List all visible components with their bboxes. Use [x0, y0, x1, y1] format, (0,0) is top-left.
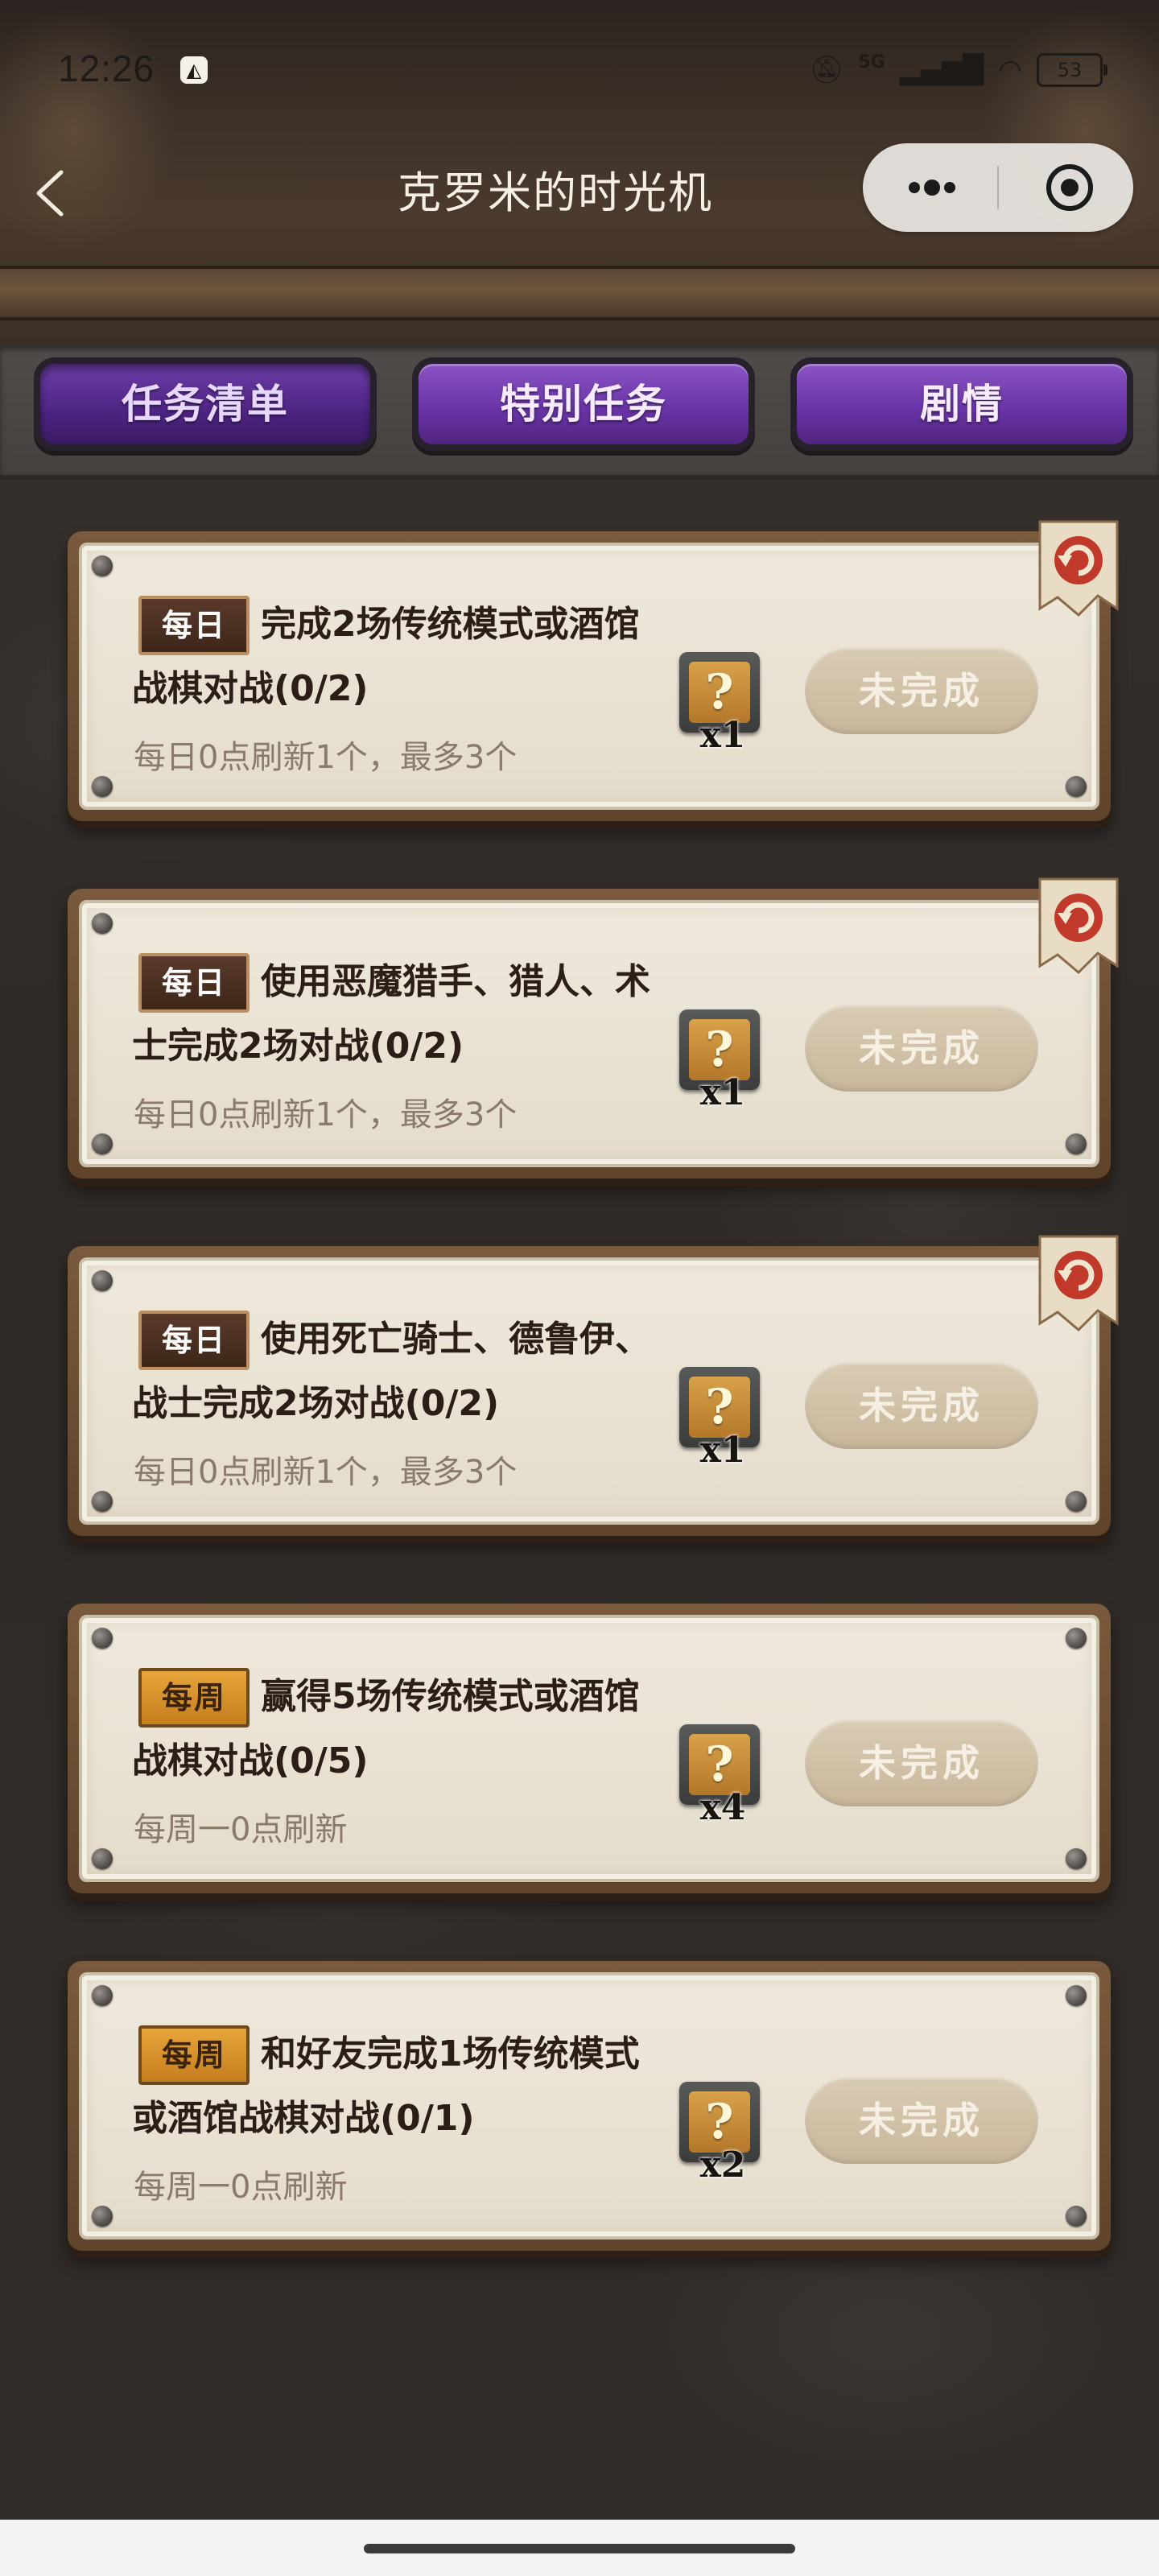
more-dots-icon [909, 180, 955, 196]
nav-bar: 克罗米的时光机 [0, 137, 1159, 250]
quest-status-button[interactable]: 未完成 [805, 1719, 1038, 1806]
reward[interactable]: ? x4 [679, 1724, 760, 1828]
status-icons: 🔕︎ 5G ▂▄▆█ ◠ 53 [809, 50, 1107, 90]
refresh-icon [1038, 520, 1119, 617]
rivet [1066, 1848, 1087, 1869]
rivet [92, 555, 113, 576]
more-button[interactable] [863, 143, 998, 232]
reward-count: x4 [699, 1787, 746, 1828]
reward-count: x1 [699, 1430, 746, 1471]
reward-count: x1 [699, 715, 746, 756]
rivet [1066, 2206, 1087, 2227]
refresh-note: 每周一0点刷新 [134, 2169, 348, 2206]
network-type: 5G [858, 52, 885, 72]
status-bar: 12:26 ◭ 🔕︎ 5G ▂▄▆█ ◠ 53 [0, 0, 1159, 145]
quest-status-button[interactable]: 未完成 [805, 647, 1038, 734]
refresh-note: 每日0点刷新1个，最多3个 [134, 1454, 518, 1491]
chevron-left-icon [36, 170, 64, 217]
refresh-quest-button[interactable] [1033, 518, 1124, 618]
notification-app-icon: ◭ [180, 56, 208, 84]
quest-card: 每周 赢得5场传统模式或酒馆战棋对战(0/5) 每周一0点刷新 ? x4 未完成 [68, 1604, 1111, 1893]
signal-icon: ▂▄▆█ [899, 54, 984, 86]
rivet [1066, 1985, 1087, 2006]
rivet [92, 1628, 113, 1649]
page-title: 克罗米的时光机 [398, 167, 713, 218]
wifi-icon: ◠ [998, 54, 1022, 86]
quest-card: 每日 完成2场传统模式或酒馆战棋对战(0/2) 每日0点刷新1个，最多3个 ? … [68, 520, 1119, 821]
target-close-icon [1046, 164, 1093, 211]
home-indicator[interactable] [364, 2544, 795, 2553]
rivet [1066, 1491, 1087, 1512]
reward[interactable]: ? x1 [679, 652, 760, 756]
tab-bar: 任务清单 特别任务 剧情 [0, 346, 1159, 480]
reward[interactable]: ? x2 [679, 2082, 760, 2186]
refresh-quest-button[interactable] [1033, 1233, 1124, 1333]
mini-program-capsule [863, 143, 1133, 232]
battery-icon: 53 [1037, 53, 1107, 87]
tab-task-list[interactable]: 任务清单 [34, 357, 377, 451]
quest-status-button[interactable]: 未完成 [805, 1005, 1038, 1092]
rivet [92, 1133, 113, 1154]
rivet [92, 776, 113, 797]
quest-status-button[interactable]: 未完成 [805, 1362, 1038, 1449]
quest-description: 和好友完成1场传统模式或酒馆战棋对战(0/1) [132, 2033, 640, 2139]
status-time: 12:26 [58, 47, 155, 89]
close-mini-program-button[interactable] [1045, 163, 1095, 213]
capsule-divider [997, 166, 999, 209]
quest-description: 使用恶魔猎手、猎人、术士完成2场对战(0/2) [132, 961, 650, 1067]
refresh-note: 每日0点刷新1个，最多3个 [134, 739, 518, 776]
back-button[interactable] [21, 161, 85, 225]
quest-description: 使用死亡骑士、德鲁伊、战士完成2场对战(0/2) [132, 1319, 650, 1424]
rivet [92, 1985, 113, 2006]
tab-special-tasks[interactable]: 特别任务 [412, 357, 755, 451]
app-header: 12:26 ◭ 🔕︎ 5G ▂▄▆█ ◠ 53 克罗米的时光机 [0, 0, 1159, 354]
rivet [1066, 1133, 1087, 1154]
quest-description: 完成2场传统模式或酒馆战棋对战(0/2) [132, 604, 640, 709]
quest-description: 赢得5场传统模式或酒馆战棋对战(0/5) [132, 1676, 640, 1781]
quest-card: 每日 使用死亡骑士、德鲁伊、战士完成2场对战(0/2) 每日0点刷新1个，最多3… [68, 1235, 1119, 1536]
reward-count: x1 [699, 1072, 746, 1113]
refresh-icon [1038, 877, 1119, 975]
mute-bell-icon: 🔕︎ [809, 54, 844, 86]
refresh-note: 每周一0点刷新 [134, 1811, 348, 1848]
refresh-note: 每日0点刷新1个，最多3个 [134, 1096, 518, 1133]
refresh-quest-button[interactable] [1033, 876, 1124, 976]
refresh-icon [1038, 1235, 1119, 1332]
quest-card: 每周 和好友完成1场传统模式或酒馆战棋对战(0/1) 每周一0点刷新 ? x2 … [68, 1961, 1111, 2251]
header-wood-band [0, 266, 1159, 320]
rivet [92, 1270, 113, 1291]
quest-card: 每日 使用恶魔猎手、猎人、术士完成2场对战(0/2) 每日0点刷新1个，最多3个… [68, 877, 1119, 1179]
rivet [1066, 1628, 1087, 1649]
reward[interactable]: ? x1 [679, 1009, 760, 1113]
rivet [1066, 776, 1087, 797]
rivet [92, 1491, 113, 1512]
reward-count: x2 [699, 2145, 746, 2186]
reward[interactable]: ? x1 [679, 1367, 760, 1471]
rivet [92, 1848, 113, 1869]
tab-story[interactable]: 剧情 [790, 357, 1133, 451]
rivet [92, 2206, 113, 2227]
quest-status-button[interactable]: 未完成 [805, 2077, 1038, 2164]
rivet [92, 913, 113, 934]
